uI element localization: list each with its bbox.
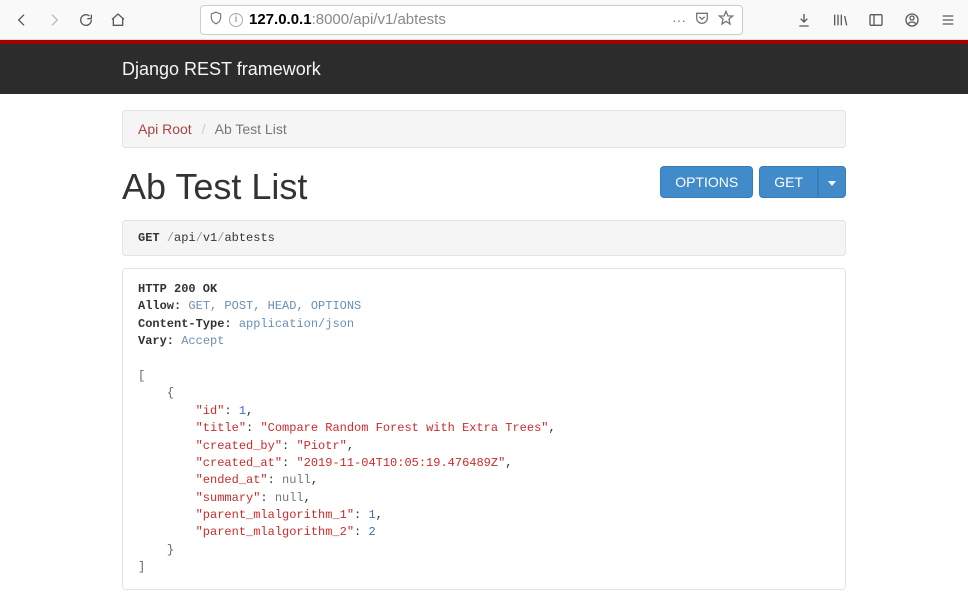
- request-line: GET /api/v1/abtests: [122, 220, 846, 256]
- ellipsis-icon[interactable]: ···: [672, 12, 686, 28]
- url-text: 127.0.0.1:8000/api/v1/abtests: [249, 11, 666, 28]
- hdr-vary-val: Accept: [181, 334, 224, 348]
- pocket-icon[interactable]: [694, 10, 710, 29]
- page-title: Ab Test List: [122, 166, 660, 208]
- hdr-allow-key: Allow:: [138, 299, 181, 313]
- breadcrumb-current: Ab Test List: [215, 121, 287, 137]
- chevron-down-icon: [828, 181, 836, 186]
- url-right-icons: ···: [672, 10, 734, 29]
- content: Api Root / Ab Test List Ab Test List OPT…: [0, 94, 968, 606]
- button-group: OPTIONS GET: [660, 166, 846, 198]
- options-button[interactable]: OPTIONS: [660, 166, 753, 198]
- get-button[interactable]: GET: [759, 166, 818, 198]
- breadcrumb-sep: /: [202, 121, 206, 137]
- json-val: null: [275, 491, 304, 505]
- status-line: HTTP 200 OK: [138, 282, 217, 296]
- json-val: "2019-11-04T10:05:19.476489Z": [296, 456, 505, 470]
- json-val: 2: [368, 525, 375, 539]
- reload-button[interactable]: [72, 6, 100, 34]
- json-bracket: {: [167, 386, 174, 400]
- path-seg-1: api: [174, 231, 196, 245]
- request-method: GET: [138, 231, 160, 245]
- breadcrumb-root[interactable]: Api Root: [138, 121, 192, 137]
- star-icon[interactable]: [718, 10, 734, 29]
- json-val: "Compare Random Forest with Extra Trees": [260, 421, 548, 435]
- account-icon[interactable]: [900, 6, 924, 34]
- page-header: Ab Test List OPTIONS GET: [122, 166, 846, 208]
- library-icon[interactable]: [828, 6, 852, 34]
- browser-toolbar: i 127.0.0.1:8000/api/v1/abtests ···: [0, 0, 968, 40]
- json-key: "parent_mlalgorithm_2": [196, 525, 354, 539]
- path-seg-2: v1: [203, 231, 217, 245]
- django-navbar: Django REST framework: [0, 44, 968, 94]
- toolbar-right: [792, 6, 960, 34]
- url-host: 127.0.0.1: [249, 11, 312, 28]
- json-key: "summary": [196, 491, 261, 505]
- slash: /: [196, 231, 203, 245]
- json-key: "created_at": [196, 456, 282, 470]
- json-val: 1: [239, 404, 246, 418]
- hdr-allow-val: GET, POST, HEAD, OPTIONS: [188, 299, 361, 313]
- path-seg-3: abtests: [224, 231, 274, 245]
- json-key: "created_by": [196, 439, 282, 453]
- brand-link[interactable]: Django REST framework: [122, 59, 321, 80]
- url-path: :8000/api/v1/abtests: [312, 11, 446, 28]
- json-val: null: [282, 473, 311, 487]
- json-bracket: [: [138, 369, 145, 383]
- json-key: "title": [196, 421, 246, 435]
- nav-buttons: [8, 6, 132, 34]
- response-body: HTTP 200 OK Allow: GET, POST, HEAD, OPTI…: [122, 268, 846, 590]
- json-val: 1: [368, 508, 375, 522]
- home-button[interactable]: [104, 6, 132, 34]
- breadcrumb: Api Root / Ab Test List: [122, 110, 846, 148]
- shield-icon: [209, 11, 223, 28]
- json-bracket: ]: [138, 560, 145, 574]
- json-bracket: }: [167, 543, 174, 557]
- json-key: "parent_mlalgorithm_1": [196, 508, 354, 522]
- menu-icon[interactable]: [936, 6, 960, 34]
- slash: /: [167, 231, 174, 245]
- hdr-ct-key: Content-Type:: [138, 317, 232, 331]
- back-button[interactable]: [8, 6, 36, 34]
- get-button-group: GET: [759, 166, 846, 198]
- url-bar[interactable]: i 127.0.0.1:8000/api/v1/abtests ···: [200, 5, 743, 35]
- json-val: "Piotr": [296, 439, 346, 453]
- info-icon[interactable]: i: [229, 13, 243, 27]
- hdr-vary-key: Vary:: [138, 334, 174, 348]
- json-key: "ended_at": [196, 473, 268, 487]
- sidebar-icon[interactable]: [864, 6, 888, 34]
- get-dropdown-button[interactable]: [818, 166, 846, 198]
- forward-button: [40, 6, 68, 34]
- hdr-ct-val: application/json: [239, 317, 354, 331]
- downloads-icon[interactable]: [792, 6, 816, 34]
- json-key: "id": [196, 404, 225, 418]
